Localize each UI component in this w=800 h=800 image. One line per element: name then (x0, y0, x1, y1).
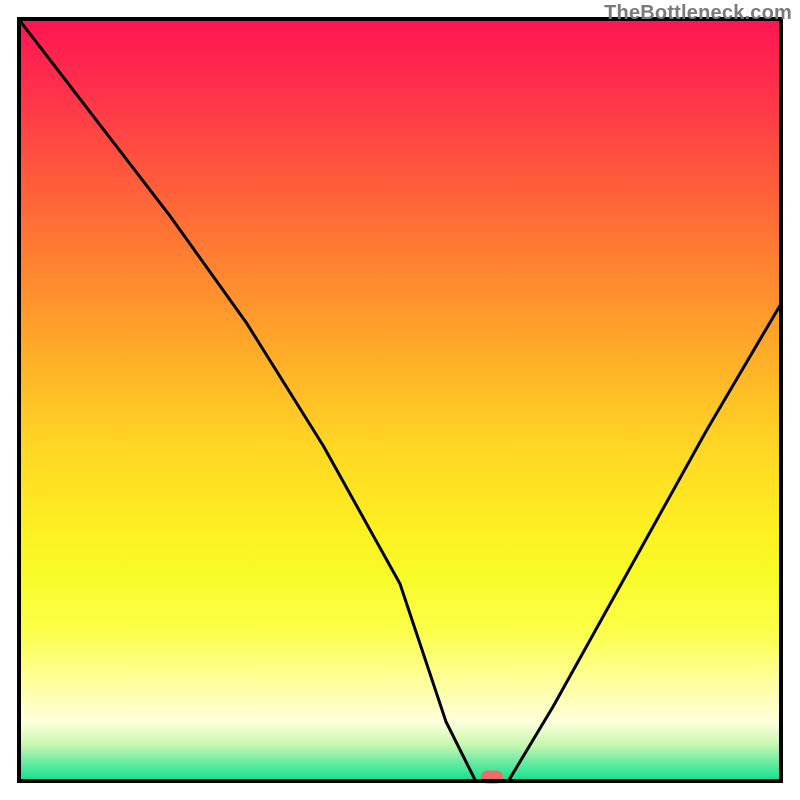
watermark-text: TheBottleneck.com (604, 2, 792, 25)
curve-svg (17, 17, 783, 783)
plot-area (17, 17, 783, 783)
chart-container: TheBottleneck.com (0, 0, 800, 800)
optimum-marker (481, 771, 503, 784)
bottleneck-curve (17, 17, 783, 783)
